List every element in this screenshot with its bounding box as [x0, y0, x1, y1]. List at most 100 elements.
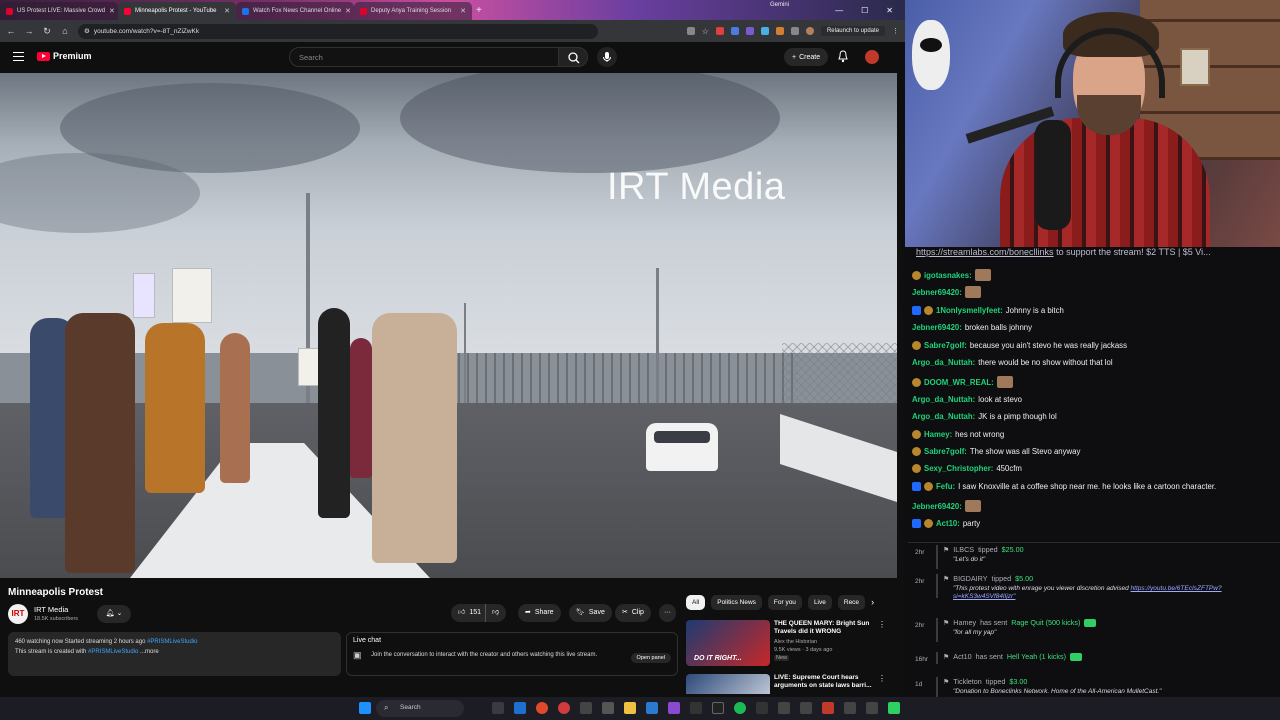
chat-username[interactable]: Sexy_Christopher:: [924, 464, 993, 473]
create-button[interactable]: + Create: [784, 48, 829, 66]
menu-dots-icon[interactable]: ⋮: [892, 27, 899, 35]
forward-icon[interactable]: →: [24, 26, 34, 36]
chat-username[interactable]: DOOM_WR_REAL:: [924, 378, 994, 387]
extension-icon[interactable]: [715, 27, 724, 35]
account-avatar[interactable]: [865, 50, 879, 64]
search-input[interactable]: Search: [289, 47, 559, 67]
relaunch-button[interactable]: Relaunch to update: [820, 26, 885, 36]
recommended-title[interactable]: THE QUEEN MARY: Bright Sun Travels did i…: [774, 620, 874, 636]
extension-icon[interactable]: [775, 27, 784, 35]
more-link[interactable]: ...more: [138, 649, 159, 655]
more-actions-button[interactable]: ···: [659, 604, 676, 622]
gemini-label[interactable]: Gemini: [770, 2, 789, 8]
app-icon[interactable]: [580, 702, 592, 714]
taskbar-search[interactable]: ⌕ Search: [376, 700, 464, 717]
notifications-bell-icon[interactable]: [837, 50, 849, 63]
voice-search-button[interactable]: [597, 47, 617, 67]
browser-tab-active[interactable]: Minneapolis Protest - YouTube ✕: [118, 2, 236, 20]
video-thumbnail[interactable]: DO IT RIGHT...: [686, 620, 770, 666]
browser-tab[interactable]: Deputy Anya Training Session ✕: [354, 2, 472, 20]
chat-username[interactable]: Jebner69420:: [912, 502, 962, 511]
channel-name[interactable]: IRT Media: [34, 605, 68, 614]
browser-tab[interactable]: US Protest LIVE: Massive Crowd ✕: [0, 2, 118, 20]
chrome-icon[interactable]: [536, 702, 548, 714]
chat-username[interactable]: Jebner69420:: [912, 323, 962, 332]
chevron-right-icon[interactable]: ›: [871, 595, 874, 610]
app-icon[interactable]: [756, 702, 768, 714]
close-tab-icon[interactable]: ✕: [224, 7, 230, 15]
hashtag-link[interactable]: #PRISMLiveStudio: [147, 639, 197, 645]
app-icon[interactable]: [646, 702, 658, 714]
clip-button[interactable]: ✂ Clip: [615, 604, 651, 622]
more-options-icon[interactable]: ⋮: [878, 674, 886, 683]
back-icon[interactable]: ←: [6, 26, 16, 36]
video-thumbnail[interactable]: [686, 674, 770, 694]
like-button[interactable]: 👍︎ 151 👎︎: [451, 604, 507, 622]
chat-username[interactable]: 1Nonlysmellyfeet:: [936, 306, 1003, 315]
reload-icon[interactable]: ↻: [42, 26, 52, 37]
app-icon[interactable]: [602, 702, 614, 714]
home-icon[interactable]: ⌂: [60, 26, 70, 36]
chat-username[interactable]: Jebner69420:: [912, 288, 962, 297]
app-icon[interactable]: [778, 702, 790, 714]
extension-icon[interactable]: [730, 27, 739, 35]
search-button[interactable]: [558, 47, 588, 67]
hashtag-link[interactable]: #PRISMLiveStudio: [88, 649, 138, 655]
open-panel-button[interactable]: Open panel: [630, 653, 671, 663]
more-options-icon[interactable]: ⋮: [878, 620, 886, 629]
close-tab-icon[interactable]: ✕: [109, 7, 115, 15]
new-tab-button[interactable]: +: [476, 5, 482, 16]
app-icon[interactable]: [690, 702, 702, 714]
recommended-title[interactable]: LIVE: Supreme Court hears arguments on s…: [774, 674, 874, 690]
save-button[interactable]: 🔖︎ Save: [569, 604, 612, 622]
edge-icon[interactable]: [514, 702, 526, 714]
browser-tab[interactable]: Watch Fox News Channel Online ✕: [236, 2, 354, 20]
hamburger-menu-icon[interactable]: [13, 52, 24, 61]
app-icon[interactable]: [800, 702, 812, 714]
recommended-video[interactable]: DO IT RIGHT... THE QUEEN MARY: Bright Su…: [686, 620, 886, 668]
bookmark-star-icon[interactable]: ☆: [702, 27, 709, 36]
windows-start-icon[interactable]: [359, 702, 371, 714]
chip-recent[interactable]: Rece: [837, 595, 866, 610]
chip-politics-news[interactable]: Politics News: [711, 595, 762, 610]
chat-username[interactable]: igotasnakes:: [924, 271, 972, 280]
chat-username[interactable]: Fefu:: [936, 482, 955, 491]
app-icon[interactable]: [844, 702, 856, 714]
chat-username[interactable]: Sabre7golf:: [924, 341, 967, 350]
chip-all[interactable]: All: [686, 595, 706, 610]
obs-icon[interactable]: [712, 702, 724, 714]
chrome-profile-icon[interactable]: [558, 702, 570, 714]
install-icon[interactable]: [686, 27, 695, 35]
close-window-icon[interactable]: ✕: [886, 6, 893, 15]
close-tab-icon[interactable]: ✕: [345, 7, 351, 15]
chip-live[interactable]: Live: [807, 595, 832, 610]
chat-username[interactable]: Sabre7golf:: [924, 447, 967, 456]
extension-icon[interactable]: [745, 27, 754, 35]
chip-for-you[interactable]: For you: [767, 595, 802, 610]
recommended-video[interactable]: LIVE: Supreme Court hears arguments on s…: [686, 674, 886, 694]
chat-username[interactable]: Act10:: [936, 519, 960, 528]
app-icon[interactable]: [822, 702, 834, 714]
video-player[interactable]: IRT Media: [0, 73, 897, 578]
profile-icon[interactable]: [805, 27, 814, 35]
chat-username[interactable]: Argo_da_Nuttah:: [912, 358, 975, 367]
chat-username[interactable]: Hamey:: [924, 430, 952, 439]
share-button[interactable]: ➦ Share: [518, 604, 561, 622]
site-info-icon[interactable]: ⚙: [84, 27, 90, 35]
app-icon[interactable]: [668, 702, 680, 714]
url-field[interactable]: ⚙ youtube.com/watch?v=-8T_nZiZwKk: [78, 23, 598, 39]
description-box[interactable]: 460 watching now Started streaming 2 hou…: [8, 632, 341, 676]
minimize-icon[interactable]: —: [835, 6, 843, 15]
spotify-icon[interactable]: [734, 702, 746, 714]
maximize-icon[interactable]: ☐: [861, 6, 868, 15]
extension-icon[interactable]: [760, 27, 769, 35]
task-view-icon[interactable]: [492, 702, 504, 714]
channel-avatar[interactable]: IRT: [8, 604, 28, 624]
kick-icon[interactable]: [888, 702, 900, 714]
app-icon[interactable]: [866, 702, 878, 714]
file-explorer-icon[interactable]: [624, 702, 636, 714]
streamlabs-link[interactable]: https://streamlabs.com/bonecllinks: [916, 247, 1054, 257]
subscription-bell-button[interactable]: 🔔︎ ⌄: [97, 605, 131, 623]
chat-username[interactable]: Argo_da_Nuttah:: [912, 395, 975, 404]
youtube-logo[interactable]: Premium: [37, 51, 92, 61]
